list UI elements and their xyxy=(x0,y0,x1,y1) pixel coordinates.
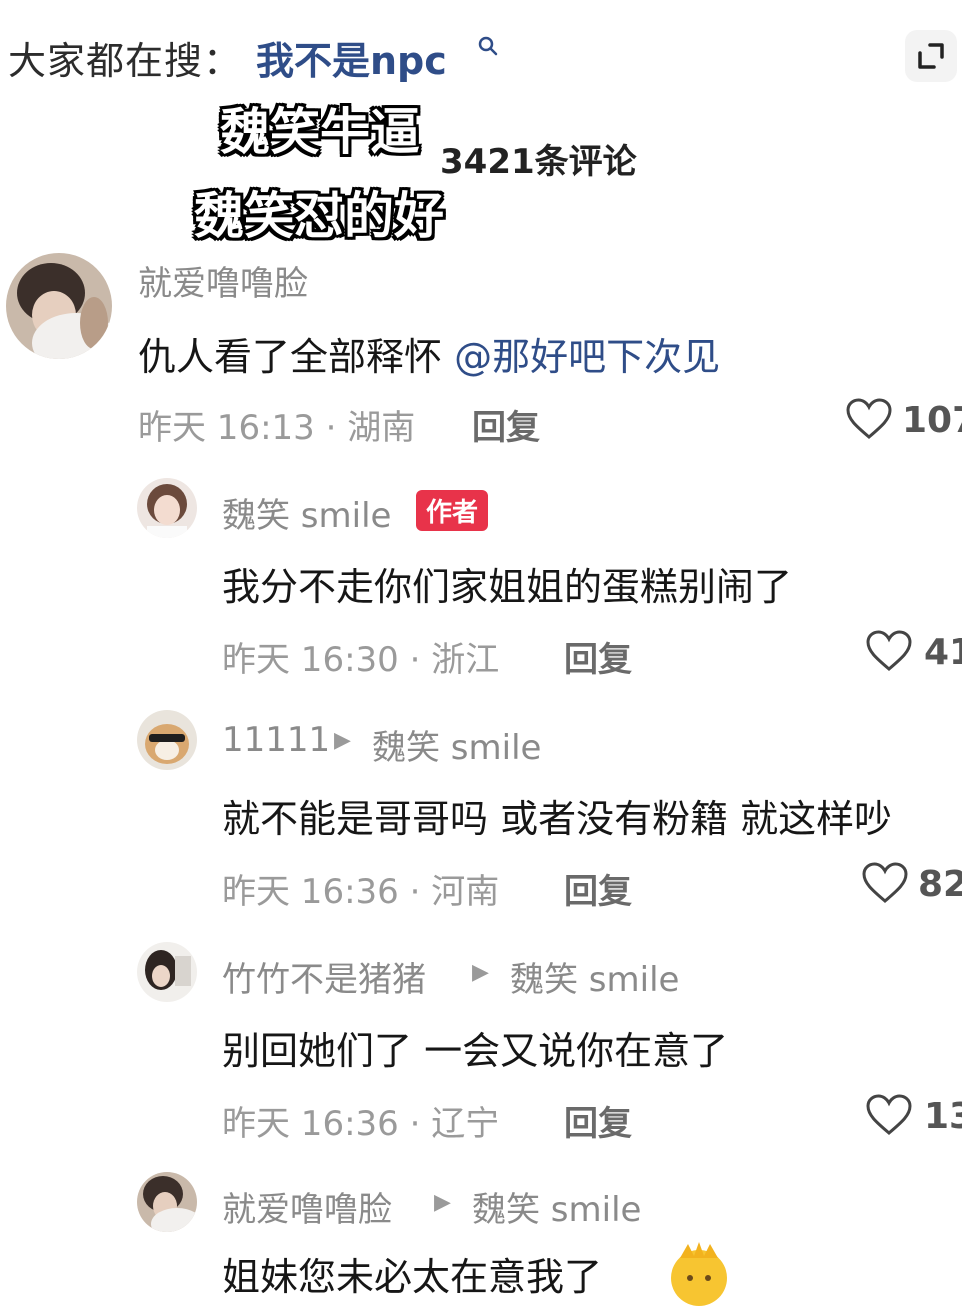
reply-button[interactable]: 回复 xyxy=(472,400,540,449)
reply-button[interactable]: 回复 xyxy=(564,1096,632,1145)
search-icon[interactable] xyxy=(478,36,498,56)
heart-icon[interactable] xyxy=(862,862,908,904)
comment-text: 就不能是哥哥吗 或者没有粉籍 就这样吵 xyxy=(222,797,893,841)
reply-arrow-icon: ▶ xyxy=(434,1190,451,1215)
comment-meta: 昨天 16:36 · 辽宁 xyxy=(222,1104,500,1144)
reply-button[interactable]: 回复 xyxy=(564,632,632,681)
search-hint-term[interactable]: 我不是npc xyxy=(256,30,447,85)
overlay-caption-2: 魏笑怼的好 xyxy=(194,187,444,245)
mention-link[interactable]: @那好吧下次见 xyxy=(454,335,720,379)
comment-username[interactable]: 魏笑 smile xyxy=(222,488,391,537)
overlay-caption-1: 魏笑牛逼 xyxy=(220,103,420,161)
comment-meta: 昨天 16:30 · 浙江 xyxy=(222,640,500,680)
expand-icon xyxy=(918,43,944,69)
comment-text: 我分不走你们家姐姐的蛋糕别闹了 xyxy=(222,565,793,609)
comment-username[interactable]: 就爱噜噜脸 xyxy=(222,1182,392,1231)
reply-to-username[interactable]: 魏笑 smile xyxy=(372,720,541,769)
comment-username[interactable]: 竹竹不是猪猪 xyxy=(222,952,426,1001)
like-count: 13 xyxy=(924,1096,962,1137)
comment-count: 3421条评论 xyxy=(440,142,637,182)
heart-icon[interactable] xyxy=(846,398,892,440)
avatar[interactable] xyxy=(137,478,197,538)
heart-icon[interactable] xyxy=(866,1094,912,1136)
comment-meta: 昨天 16:36 · 河南 xyxy=(222,872,500,912)
like-count: 107 xyxy=(902,400,962,441)
comment-text: 仇人看了全部释怀 @那好吧下次见 xyxy=(138,326,720,381)
reply-to-username[interactable]: 魏笑 smile xyxy=(472,1182,641,1231)
avatar[interactable] xyxy=(137,942,197,1002)
search-hint-prefix: 大家都在搜： xyxy=(8,39,243,83)
avatar[interactable] xyxy=(6,253,112,359)
comment-username[interactable]: 11111 xyxy=(222,720,330,760)
like-count: 41 xyxy=(924,632,962,673)
heart-icon[interactable] xyxy=(866,630,912,672)
like-count: 82 xyxy=(918,864,962,905)
reply-arrow-icon: ▶ xyxy=(472,960,489,985)
emoji-icon xyxy=(664,1238,734,1308)
expand-button[interactable] xyxy=(905,30,957,82)
comment-body: 仇人看了全部释怀 xyxy=(138,335,455,379)
comment-username[interactable]: 就爱噜噜脸 xyxy=(138,256,308,305)
reply-to-username[interactable]: 魏笑 smile xyxy=(510,952,679,1001)
avatar[interactable] xyxy=(137,1172,197,1232)
comment-meta: 昨天 16:13 · 湖南 xyxy=(138,408,416,448)
comment-text: 姐妹您未必太在意我了 xyxy=(222,1255,603,1299)
author-badge: 作者 xyxy=(416,490,489,531)
comment-text: 别回她们了 一会又说你在意了 xyxy=(222,1029,729,1073)
avatar[interactable] xyxy=(137,710,197,770)
reply-button[interactable]: 回复 xyxy=(564,864,632,913)
reply-arrow-icon: ▶ xyxy=(334,728,351,753)
